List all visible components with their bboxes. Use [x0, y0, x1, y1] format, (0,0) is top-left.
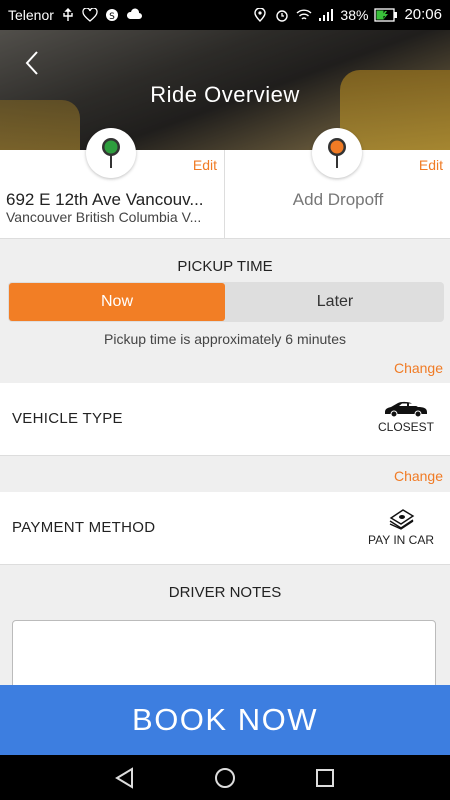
- book-now-button[interactable]: BOOK NOW: [0, 685, 450, 755]
- nav-back-button[interactable]: [110, 765, 140, 791]
- clock: 20:06: [404, 6, 442, 23]
- status-bar: Telenor S 38% 20:06: [0, 0, 450, 30]
- signal-icon: [319, 8, 334, 21]
- payment-change-bar: Change: [0, 456, 450, 492]
- pickup-time-section: PICKUP TIME Later Now Pickup time is app…: [0, 239, 450, 383]
- svg-text:S: S: [109, 12, 115, 22]
- status-left: Telenor S: [8, 7, 142, 23]
- usb-icon: [63, 8, 73, 21]
- location-icon: [254, 7, 267, 22]
- payment-method-value: PAY IN CAR: [366, 508, 436, 547]
- header: Ride Overview: [0, 30, 450, 150]
- cloud-icon: [126, 8, 142, 19]
- payment-method-text: PAY IN CAR: [367, 533, 435, 547]
- payment-method-label: PAYMENT METHOD: [12, 519, 156, 536]
- system-nav-bar: [0, 755, 450, 800]
- back-button[interactable]: [18, 48, 48, 78]
- dropoff-pin-icon: [328, 138, 346, 168]
- vehicle-type-text: CLOSEST: [377, 420, 434, 434]
- skype-icon: S: [105, 9, 118, 22]
- dropoff-location-card[interactable]: Edit Add Dropoff: [226, 128, 450, 238]
- car-icon: [385, 401, 427, 418]
- pickup-address-detail: Vancouver British Columbia V...: [6, 209, 202, 225]
- vehicle-type-value: CLOSEST: [376, 399, 436, 434]
- driver-notes-title: DRIVER NOTES: [168, 584, 282, 601]
- dropoff-edit-link[interactable]: Edit: [419, 157, 443, 173]
- square-recents-icon: [316, 769, 334, 787]
- pickup-pin-badge: [86, 128, 136, 178]
- later-option[interactable]: Later: [226, 282, 444, 322]
- status-right: 38% 20:06: [252, 6, 442, 23]
- pickup-edit-link[interactable]: Edit: [193, 157, 217, 173]
- alarm-icon: [276, 9, 289, 22]
- nav-home-button[interactable]: [210, 765, 240, 791]
- pickup-pin-icon: [102, 138, 120, 168]
- battery-icon: [374, 7, 398, 22]
- page-title: Ride Overview: [150, 82, 300, 107]
- cash-icon: [389, 509, 415, 530]
- battery-percent: 38%: [340, 6, 369, 23]
- pickup-estimate: Pickup time is approximately 6 minutes: [104, 331, 346, 347]
- vehicle-change-link[interactable]: Change: [394, 360, 443, 376]
- add-dropoff-button[interactable]: Add Dropoff: [226, 190, 450, 210]
- driver-notes-section: DRIVER NOTES: [0, 565, 450, 700]
- pickup-time-toggle: Later Now: [8, 282, 444, 322]
- chevron-left-icon: [25, 51, 38, 75]
- vehicle-type-row[interactable]: VEHICLE TYPE CLOSEST: [0, 383, 450, 456]
- vehicle-type-label: VEHICLE TYPE: [12, 410, 123, 427]
- now-option[interactable]: Now: [9, 283, 225, 321]
- pickup-location-card[interactable]: Edit 692 E 12th Ave Vancouv... Vancouver…: [0, 128, 225, 238]
- heart-monitor-icon: [82, 8, 98, 22]
- pickup-time-title: PICKUP TIME: [177, 258, 273, 275]
- triangle-back-icon: [115, 767, 133, 789]
- carrier-label: Telenor: [8, 7, 54, 23]
- location-row: Edit 692 E 12th Ave Vancouv... Vancouver…: [0, 128, 450, 239]
- pickup-address: 692 E 12th Ave Vancouv...: [6, 190, 204, 209]
- nav-recents-button[interactable]: [310, 765, 340, 791]
- dropoff-pin-badge: [312, 128, 362, 178]
- payment-method-row[interactable]: PAYMENT METHOD PAY IN CAR: [0, 492, 450, 565]
- circle-home-icon: [215, 768, 235, 788]
- payment-change-link[interactable]: Change: [394, 468, 443, 484]
- wifi-icon: [296, 8, 312, 20]
